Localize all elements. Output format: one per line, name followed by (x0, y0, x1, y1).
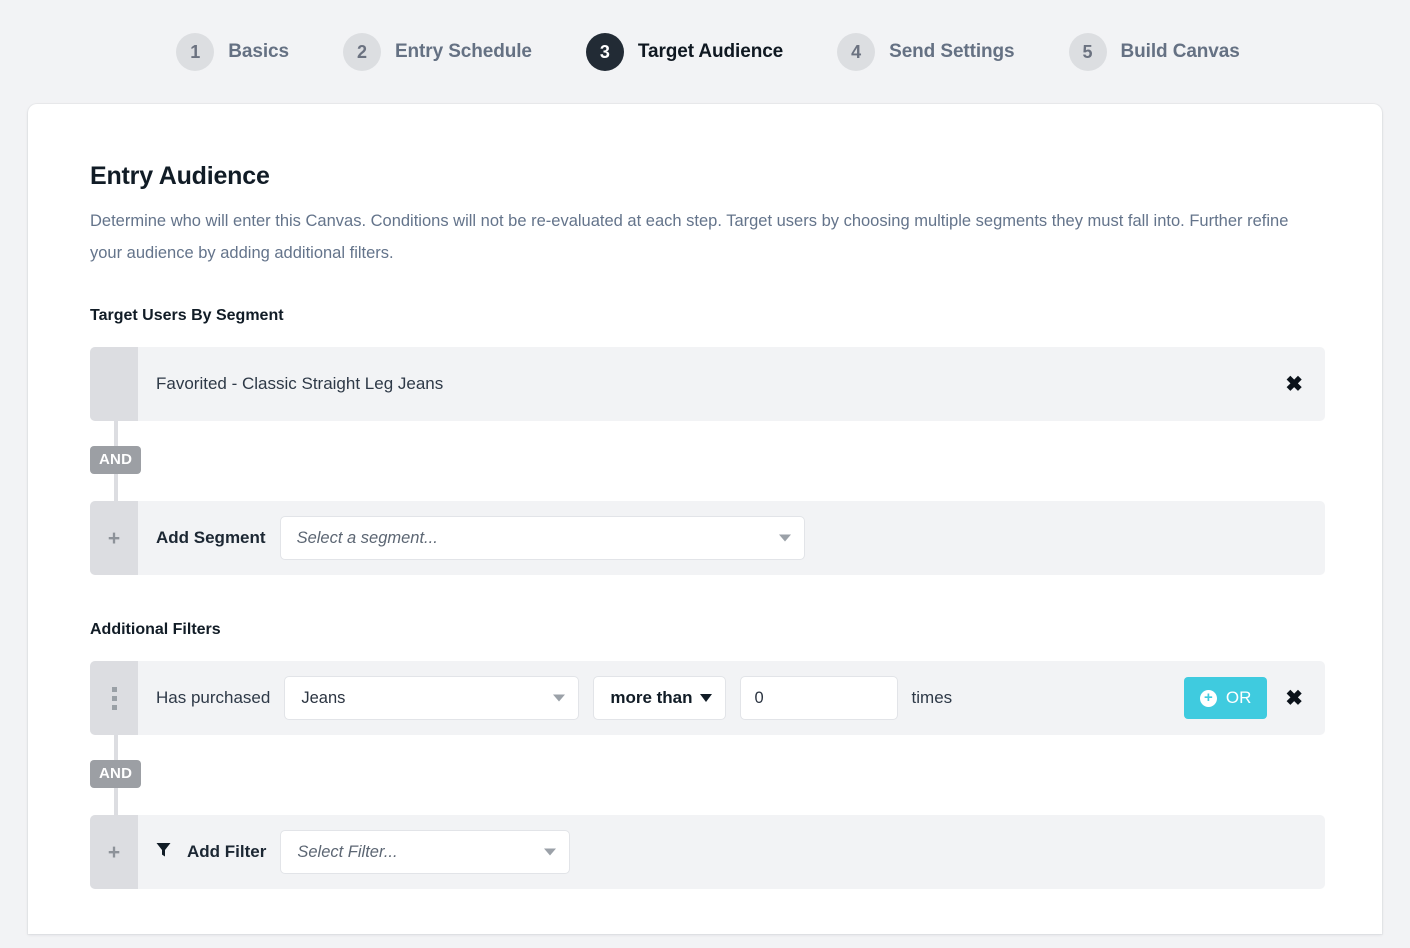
segment-builder: AND Favorited - Classic Straight Leg Jea… (90, 347, 1325, 575)
segment-row-gutter (90, 347, 138, 421)
page-description: Determine who will enter this Canvas. Co… (90, 205, 1305, 269)
step-1-basics[interactable]: 1 Basics (176, 33, 289, 71)
plus-circle-icon: + (1200, 690, 1217, 707)
filter-select-placeholder: Select Filter... (297, 843, 397, 862)
filter-row-body: Has purchased Jeans more than times + OR… (138, 661, 1325, 735)
remove-filter-icon[interactable]: ✖ (1285, 688, 1303, 709)
step-1-label: Basics (228, 41, 289, 63)
filters-section-title: Additional Filters (90, 621, 1382, 639)
chevron-down-icon (544, 849, 556, 856)
segment-row-selected: Favorited - Classic Straight Leg Jeans ✖ (90, 347, 1325, 421)
filter-comparator-value: more than (610, 688, 692, 708)
funnel-icon (156, 842, 171, 863)
step-2-label: Entry Schedule (395, 41, 532, 63)
filter-builder: AND Has purchased Jeans more than times (90, 661, 1325, 889)
step-1-number: 1 (176, 33, 214, 71)
remove-segment-icon[interactable]: ✖ (1285, 374, 1303, 395)
step-4-number: 4 (837, 33, 875, 71)
segment-name: Favorited - Classic Straight Leg Jeans (156, 374, 443, 394)
or-button-label: OR (1226, 688, 1252, 708)
add-segment-gutter[interactable]: + (90, 501, 138, 575)
step-2-number: 2 (343, 33, 381, 71)
filter-row: Has purchased Jeans more than times + OR… (90, 661, 1325, 735)
segment-select-placeholder: Select a segment... (297, 529, 438, 548)
step-3-label: Target Audience (638, 41, 783, 63)
page-title: Entry Audience (90, 162, 1382, 191)
step-4-send-settings[interactable]: 4 Send Settings (837, 33, 1014, 71)
step-5-build-canvas[interactable]: 5 Build Canvas (1069, 33, 1240, 71)
filter-select[interactable]: Select Filter... (280, 830, 570, 874)
add-segment-label: Add Segment (156, 528, 266, 548)
step-3-number: 3 (586, 33, 624, 71)
step-5-label: Build Canvas (1121, 41, 1240, 63)
caret-down-icon (700, 694, 712, 702)
step-4-label: Send Settings (889, 41, 1014, 63)
step-3-target-audience[interactable]: 3 Target Audience (586, 33, 783, 71)
filter-product-value: Jeans (301, 689, 345, 708)
add-segment-plus-icon[interactable]: + (108, 528, 120, 549)
add-filter-row: + Add Filter Select Filter... (90, 815, 1325, 889)
add-segment-row: + Add Segment Select a segment... (90, 501, 1325, 575)
filter-row-gutter[interactable] (90, 661, 138, 735)
entry-audience-card: Entry Audience Determine who will enter … (28, 104, 1382, 934)
add-filter-body: Add Filter Select Filter... (138, 815, 1325, 889)
chevron-down-icon (779, 535, 791, 542)
drag-handle-icon[interactable] (112, 687, 117, 710)
add-segment-body: Add Segment Select a segment... (138, 501, 1325, 575)
step-2-entry-schedule[interactable]: 2 Entry Schedule (343, 33, 532, 71)
segment-select[interactable]: Select a segment... (280, 516, 805, 560)
segments-section-title: Target Users By Segment (90, 307, 1382, 325)
add-or-condition-button[interactable]: + OR (1184, 677, 1268, 719)
filter-label: Has purchased (156, 688, 270, 708)
add-filter-gutter[interactable]: + (90, 815, 138, 889)
add-filter-plus-icon[interactable]: + (108, 842, 120, 863)
segment-and-badge: AND (90, 446, 141, 474)
filter-count-input[interactable] (740, 676, 898, 720)
step-5-number: 5 (1069, 33, 1107, 71)
wizard-stepper: 1 Basics 2 Entry Schedule 3 Target Audie… (0, 0, 1410, 104)
segment-row-body: Favorited - Classic Straight Leg Jeans ✖ (138, 347, 1325, 421)
filter-unit-label: times (912, 688, 953, 708)
filter-comparator-select[interactable]: more than (593, 676, 725, 720)
filter-and-badge: AND (90, 760, 141, 788)
chevron-down-icon (553, 695, 565, 702)
filter-product-select[interactable]: Jeans (284, 676, 579, 720)
add-filter-label: Add Filter (187, 842, 266, 862)
